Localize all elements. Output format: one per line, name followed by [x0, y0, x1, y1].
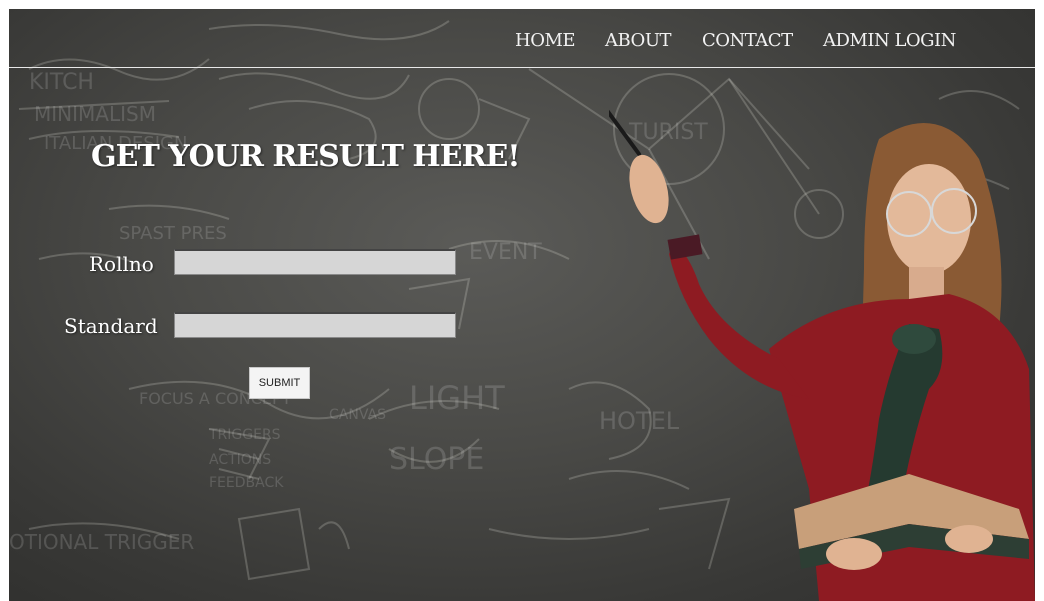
submit-button[interactable]: SUBMIT: [249, 367, 310, 399]
standard-input[interactable]: [174, 312, 456, 338]
svg-text:KITCH: KITCH: [29, 70, 94, 95]
svg-text:FEEDBACK: FEEDBACK: [209, 475, 284, 491]
top-navigation: HOME ABOUT CONTACT ADMIN LOGIN: [9, 9, 1035, 68]
svg-text:ACTIONS: ACTIONS: [209, 452, 271, 468]
svg-text:LIGHT: LIGHT: [409, 379, 505, 417]
svg-text:CANVAS: CANVAS: [329, 407, 386, 423]
svg-text:OTIONAL TRIGGER: OTIONAL TRIGGER: [9, 530, 194, 554]
nav-contact-link[interactable]: CONTACT: [702, 30, 793, 51]
teacher-illustration: [609, 109, 1035, 601]
svg-text:SLOPE: SLOPE: [389, 442, 484, 477]
nav-about-link[interactable]: ABOUT: [605, 30, 672, 51]
svg-text:TRIGGERS: TRIGGERS: [208, 427, 281, 443]
svg-text:MINIMALISM: MINIMALISM: [34, 102, 156, 126]
standard-label: Standard: [64, 314, 158, 338]
rollno-input[interactable]: [174, 249, 456, 275]
nav-admin-login-link[interactable]: ADMIN LOGIN: [823, 30, 956, 51]
nav-home-link[interactable]: HOME: [515, 30, 576, 51]
hero-background: KITCH MINIMALISM ITALIAN DESIGN SPAST PR…: [9, 9, 1035, 601]
rollno-label: Rollno: [89, 252, 154, 276]
svg-text:EVENT: EVENT: [469, 240, 542, 265]
svg-text:SPAST PRES: SPAST PRES: [119, 223, 227, 244]
page-title: GET YOUR RESULT HERE!: [91, 139, 521, 174]
